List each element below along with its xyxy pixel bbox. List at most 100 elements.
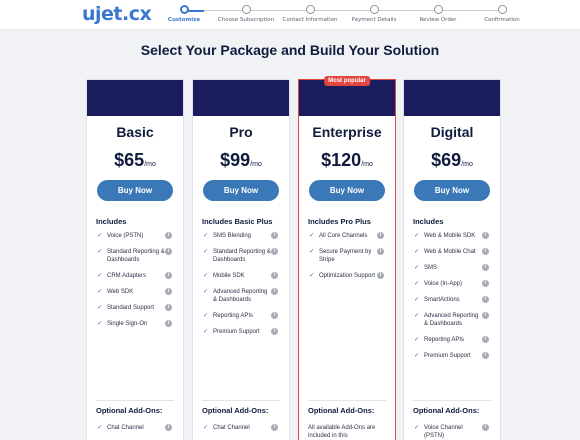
check-icon: ✓	[414, 232, 420, 239]
feature-label: Single Sign-On	[107, 321, 148, 327]
info-icon[interactable]: i	[271, 424, 278, 431]
check-icon: ✓	[309, 248, 315, 255]
feature-item: ✓ Reporting APIs i	[193, 312, 289, 320]
info-icon[interactable]: i	[165, 424, 172, 431]
addon-list: ✓ Voice Channel (PSTN) i	[404, 424, 500, 440]
info-icon[interactable]: i	[482, 352, 489, 359]
addons-title: Optional Add-Ons:	[202, 406, 269, 415]
feature-item: ✓ SMS i	[404, 264, 500, 272]
check-icon: ✓	[309, 232, 315, 239]
info-icon[interactable]: i	[165, 248, 172, 255]
info-icon[interactable]: i	[271, 312, 278, 319]
feature-label: Advanced Reporting & Dashboards	[424, 313, 479, 327]
feature-item: ✓ Premium Support i	[193, 328, 289, 336]
info-icon[interactable]: i	[165, 288, 172, 295]
feature-label: Standard Reporting & Dashboards	[213, 249, 271, 263]
check-icon: ✓	[414, 352, 420, 359]
buy-now-button[interactable]: Buy Now	[309, 180, 385, 201]
feature-item: ✓ Web SDK i	[87, 288, 183, 296]
plan-banner	[404, 80, 500, 116]
step-dot	[433, 5, 443, 14]
plan-banner	[193, 80, 289, 116]
price-amount: $99	[220, 150, 251, 170]
addon-label: Chat Channel	[107, 425, 144, 431]
feature-label: Web SDK	[107, 289, 134, 295]
price-amount: $120	[321, 150, 362, 170]
info-icon[interactable]: i	[377, 272, 384, 279]
addon-label: Chat Channel	[213, 425, 250, 431]
feature-list: ✓ SMS Blending i ✓ Standard Reporting & Das…	[193, 232, 289, 336]
price-amount: $69	[431, 150, 462, 170]
plan-name: Pro	[229, 124, 253, 140]
info-icon[interactable]: i	[165, 320, 172, 327]
feature-item: ✓ Voice (PSTN) i	[87, 232, 183, 240]
divider	[96, 400, 174, 401]
check-icon: ✓	[203, 248, 209, 255]
info-icon[interactable]: i	[482, 232, 489, 239]
feature-label: Optimization Support	[319, 273, 376, 279]
info-icon[interactable]: i	[482, 312, 489, 319]
feature-item: ✓ Secure Payment by Stripe i	[299, 248, 395, 264]
check-icon: ✓	[203, 424, 209, 431]
feature-label: Premium Support	[213, 329, 260, 335]
addon-item[interactable]: ✓ Chat Channel i	[193, 424, 289, 432]
most-popular-badge: Most popular	[324, 76, 370, 86]
addon-item[interactable]: ✓ Chat Channel i	[87, 424, 183, 432]
buy-now-button[interactable]: Buy Now	[414, 180, 490, 201]
feature-item: ✓ Reporting APIs i	[404, 336, 500, 344]
price-period: /mo	[361, 161, 373, 168]
check-icon: ✓	[414, 248, 420, 255]
info-icon[interactable]: i	[482, 264, 489, 271]
info-icon[interactable]: i	[482, 280, 489, 287]
info-icon[interactable]: i	[165, 304, 172, 311]
info-icon[interactable]: i	[271, 272, 278, 279]
feature-list: ✓ Web & Mobile SDK i ✓ Web & Mobile Chat i ✓…	[404, 232, 500, 360]
check-icon: ✓	[414, 264, 420, 271]
check-icon: ✓	[97, 248, 103, 255]
buy-now-button[interactable]: Buy Now	[203, 180, 279, 201]
feature-item: ✓ CRM Adapters i	[87, 272, 183, 280]
info-icon[interactable]: i	[271, 328, 278, 335]
feature-label: Secure Payment by Stripe	[319, 249, 372, 263]
plan-card-pro: Pro $99/mo Buy Now Includes Basic Plus ✓…	[192, 79, 290, 440]
info-icon[interactable]: i	[377, 232, 384, 239]
info-icon[interactable]: i	[482, 336, 489, 343]
step-dot	[305, 5, 315, 14]
plan-name: Basic	[116, 124, 154, 140]
info-icon[interactable]: i	[482, 248, 489, 255]
top-header: ujet.cx Customize Choose Subscription Co…	[0, 0, 580, 30]
feature-label: Mobile SDK	[213, 273, 245, 279]
feature-item: ✓ Mobile SDK i	[193, 272, 289, 280]
step-dot	[179, 5, 189, 14]
info-icon[interactable]: i	[271, 232, 278, 239]
plan-card-enterprise: Most popular Enterprise $120/mo Buy Now …	[298, 76, 396, 440]
addon-item[interactable]: ✓ Voice Channel (PSTN) i	[404, 424, 500, 440]
feature-item: ✓ SMS Blending i	[193, 232, 289, 240]
feature-list: ✓ All Core Channels i ✓ Secure Payment by S…	[299, 232, 395, 280]
buy-now-button[interactable]: Buy Now	[97, 180, 173, 201]
feature-list: ✓ Voice (PSTN) i ✓ Standard Reporting & Das…	[87, 232, 183, 328]
feature-label: Voice (PSTN)	[107, 233, 144, 239]
info-icon[interactable]: i	[482, 296, 489, 303]
info-icon[interactable]: i	[271, 288, 278, 295]
feature-label: All Core Channels	[319, 233, 368, 239]
info-icon[interactable]: i	[165, 232, 172, 239]
includes-title: Includes Pro Plus	[308, 217, 371, 226]
addons-note: All available Add-Ons are included in th…	[308, 425, 376, 439]
info-icon[interactable]: i	[482, 424, 489, 431]
addons-title: Optional Add-Ons:	[96, 406, 163, 415]
feature-label: Web & Mobile Chat	[424, 249, 476, 255]
feature-label: Reporting APIs	[213, 313, 254, 319]
info-icon[interactable]: i	[271, 248, 278, 255]
feature-item: ✓ Web & Mobile Chat i	[404, 248, 500, 256]
check-icon: ✓	[97, 424, 103, 431]
feature-item: ✓ Standard Support i	[87, 304, 183, 312]
info-icon[interactable]: i	[165, 272, 172, 279]
plan-price: $99/mo	[193, 150, 289, 171]
feature-item: ✓ Optimization Support i	[299, 272, 395, 280]
info-icon[interactable]: i	[377, 248, 384, 255]
step-confirmation[interactable]: Confirmation	[457, 5, 547, 23]
feature-label: Standard Support	[107, 305, 155, 311]
addon-list: ✓ Chat Channel i	[193, 424, 289, 440]
feature-label: CRM Adapters	[107, 273, 147, 279]
